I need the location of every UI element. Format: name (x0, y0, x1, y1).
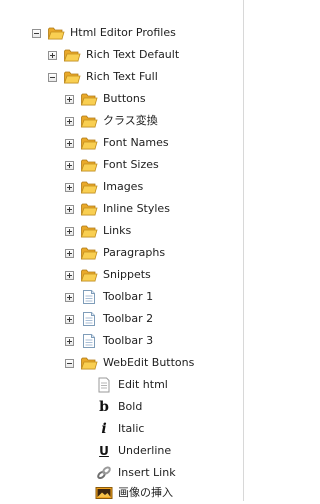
tree-node-label: Insert Link (118, 466, 176, 479)
folder-icon (80, 245, 98, 261)
image-icon (95, 485, 113, 501)
tree-node-label: Toolbar 1 (103, 290, 154, 303)
tree-node-label: Font Names (103, 136, 169, 149)
folder-icon (80, 267, 98, 283)
tree-node-class-conversion[interactable]: クラス変換 (65, 110, 158, 132)
expand-toggle-icon[interactable] (65, 226, 74, 236)
tree-node-underline[interactable]: U Underline (95, 440, 171, 462)
expand-toggle-icon[interactable] (65, 138, 74, 148)
tree-node-webedit-buttons[interactable]: WebEdit Buttons (65, 352, 194, 374)
tree-node-label: Font Sizes (103, 158, 159, 171)
tree-node-label: Paragraphs (103, 246, 166, 259)
folder-icon (80, 179, 98, 195)
document-icon (80, 333, 98, 349)
folder-icon (80, 91, 98, 107)
tree-node-font-sizes[interactable]: Font Sizes (65, 154, 159, 176)
folder-icon (80, 223, 98, 239)
bold-icon: b (99, 399, 109, 415)
tree-node-html-editor-profiles[interactable]: Html Editor Profiles (32, 22, 176, 44)
tree-node-rich-text-default[interactable]: Rich Text Default (48, 44, 179, 66)
tree-node-label: Rich Text Default (86, 48, 180, 61)
tree-node-links[interactable]: Links (65, 220, 131, 242)
tree-node-label: クラス変換 (103, 114, 158, 127)
expand-toggle-icon[interactable] (65, 336, 74, 346)
folder-icon (80, 113, 98, 129)
collapse-toggle-icon[interactable] (65, 358, 74, 368)
tree-node-bold[interactable]: b Bold (95, 396, 142, 418)
tree-node-label: Html Editor Profiles (70, 26, 176, 39)
tree-node-edit-html[interactable]: Edit html (95, 374, 168, 396)
folder-icon (80, 135, 98, 151)
tree-node-font-names[interactable]: Font Names (65, 132, 169, 154)
tree-node-label: Italic (118, 422, 145, 435)
tree-node-label: Links (103, 224, 132, 237)
tree-node-buttons[interactable]: Buttons (65, 88, 146, 110)
tree-node-label: 画像の挿入 (118, 486, 173, 499)
expand-toggle-icon[interactable] (65, 314, 74, 324)
expand-toggle-icon[interactable] (65, 116, 74, 126)
tree-node-images[interactable]: Images (65, 176, 143, 198)
tree-node-label: Toolbar 2 (103, 312, 154, 325)
tree-node-paragraphs[interactable]: Paragraphs (65, 242, 165, 264)
tree-node-snippets[interactable]: Snippets (65, 264, 151, 286)
expand-toggle-icon[interactable] (48, 50, 57, 60)
expand-toggle-icon[interactable] (65, 292, 74, 302)
tree-node-label: Edit html (118, 378, 168, 391)
tree-node-toolbar-1[interactable]: Toolbar 1 (65, 286, 153, 308)
tree-node-label: Bold (118, 400, 143, 413)
tree-node-inline-styles[interactable]: Inline Styles (65, 198, 170, 220)
tree-node-label: Underline (118, 444, 172, 457)
tree-node-toolbar-3[interactable]: Toolbar 3 (65, 330, 153, 352)
folder-icon (63, 69, 81, 85)
tree-node-insert-link[interactable]: Insert Link (95, 462, 176, 484)
folder-icon (47, 25, 65, 41)
tree-node-label: WebEdit Buttons (103, 356, 195, 369)
document-icon (95, 377, 113, 393)
collapse-toggle-icon[interactable] (48, 72, 57, 82)
profile-tree: Html Editor Profiles Rich Text Default R… (0, 0, 244, 501)
expand-toggle-icon[interactable] (65, 182, 74, 192)
expand-toggle-icon[interactable] (65, 160, 74, 170)
tree-node-italic[interactable]: i Italic (95, 418, 144, 440)
document-icon (80, 289, 98, 305)
expand-toggle-icon[interactable] (65, 204, 74, 214)
expand-toggle-icon[interactable] (65, 248, 74, 258)
tree-node-label: Snippets (103, 268, 151, 281)
tree-node-label: Buttons (103, 92, 146, 105)
tree-node-label: Rich Text Full (86, 70, 158, 83)
collapse-toggle-icon[interactable] (32, 28, 41, 38)
expand-toggle-icon[interactable] (65, 94, 74, 104)
folder-icon (80, 157, 98, 173)
tree-node-label: Toolbar 3 (103, 334, 154, 347)
tree-node-label: Images (103, 180, 144, 193)
expand-toggle-icon[interactable] (65, 270, 74, 280)
tree-node-rich-text-full[interactable]: Rich Text Full (48, 66, 158, 88)
tree-node-label: Inline Styles (103, 202, 170, 215)
italic-icon: i (101, 421, 107, 437)
link-icon (95, 465, 113, 481)
tree-node-toolbar-2[interactable]: Toolbar 2 (65, 308, 153, 330)
folder-icon (80, 355, 98, 371)
underline-icon: U (99, 444, 109, 458)
document-icon (80, 311, 98, 327)
folder-icon (80, 201, 98, 217)
folder-icon (63, 47, 81, 63)
